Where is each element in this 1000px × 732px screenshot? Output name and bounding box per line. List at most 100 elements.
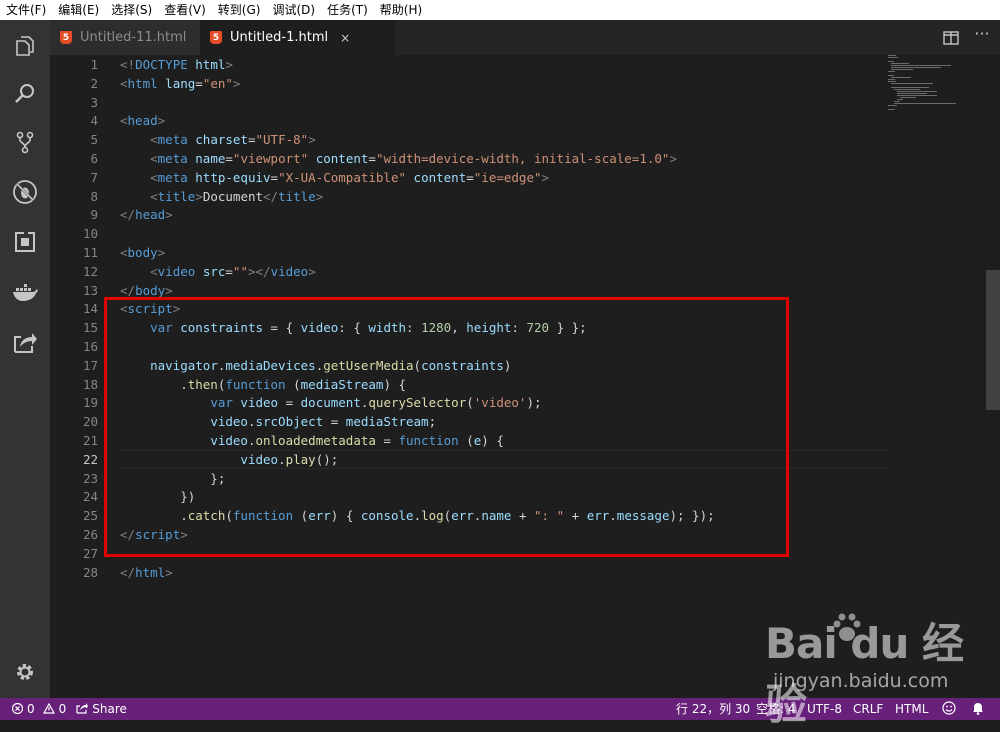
code-token: charset bbox=[195, 132, 248, 148]
minimap-line bbox=[891, 63, 909, 64]
minimap-line bbox=[888, 61, 894, 62]
debug-icon[interactable] bbox=[0, 174, 50, 210]
menu-item[interactable]: 选择(S) bbox=[105, 0, 158, 20]
code-token: head bbox=[135, 207, 166, 223]
tab-untitled-1[interactable]: 5 Untitled-1.html × bbox=[200, 20, 395, 55]
html5-icon: 5 bbox=[210, 31, 222, 44]
code-token: > bbox=[308, 132, 316, 148]
code-line[interactable]: <meta name="viewport" content="width=dev… bbox=[120, 149, 677, 168]
menu-item[interactable]: 帮助(H) bbox=[374, 0, 428, 20]
tab-untitled-11[interactable]: 5 Untitled-11.html bbox=[50, 20, 200, 55]
warning-icon[interactable] bbox=[42, 698, 55, 720]
source-control-icon[interactable] bbox=[0, 124, 50, 160]
code-line[interactable]: <video src=""></video> bbox=[120, 262, 316, 281]
code-token: lang bbox=[165, 75, 196, 91]
code-token: src bbox=[202, 263, 226, 279]
error-count[interactable]: 0 bbox=[27, 698, 35, 720]
share-button[interactable]: Share bbox=[92, 698, 127, 720]
code-token: name bbox=[195, 151, 226, 166]
menu-item[interactable]: 调试(D) bbox=[266, 0, 321, 20]
code-token: = bbox=[195, 75, 203, 91]
code-token: > bbox=[315, 188, 324, 204]
minimap[interactable] bbox=[888, 55, 983, 115]
code-token: <! bbox=[120, 57, 136, 72]
close-icon[interactable]: × bbox=[340, 31, 350, 45]
line-number: 12 bbox=[82, 263, 98, 279]
code-token: = bbox=[368, 151, 376, 166]
code-token: > bbox=[308, 263, 316, 279]
code-token: > bbox=[157, 113, 166, 129]
minimap-line bbox=[888, 57, 898, 58]
tab-label: Untitled-11.html bbox=[80, 30, 187, 45]
code-line[interactable]: <title>Document</title> bbox=[120, 187, 323, 206]
minimap-line bbox=[891, 65, 951, 66]
line-number: 28 bbox=[82, 564, 98, 580]
line-number: 1 bbox=[90, 57, 98, 72]
line-number: 22 bbox=[82, 451, 98, 467]
share-icon[interactable] bbox=[76, 698, 89, 720]
line-number: 27 bbox=[82, 545, 98, 561]
minimap-line bbox=[891, 77, 911, 78]
minimap-line bbox=[897, 91, 937, 92]
menu-item[interactable]: 查看(V) bbox=[158, 0, 212, 20]
menu-item[interactable]: 转到(G) bbox=[212, 0, 267, 20]
minimap-line bbox=[897, 95, 937, 96]
live-share-icon[interactable] bbox=[0, 324, 50, 360]
code-token: html bbox=[195, 57, 226, 72]
code-token: = bbox=[466, 169, 474, 185]
code-token: < bbox=[120, 113, 128, 129]
code-token: < bbox=[120, 245, 128, 260]
minimap-line bbox=[891, 67, 941, 68]
line-number: 23 bbox=[82, 470, 98, 486]
code-token: </ bbox=[263, 188, 279, 204]
line-number: 9 bbox=[90, 207, 98, 223]
code-line[interactable]: </html> bbox=[120, 563, 173, 582]
menu-item[interactable]: 任务(T) bbox=[321, 0, 374, 20]
vertical-scrollbar[interactable] bbox=[986, 270, 1000, 410]
cursor-position[interactable]: 行 22，列 30 bbox=[676, 698, 750, 720]
warning-count[interactable]: 0 bbox=[59, 698, 67, 720]
baidu-watermark: Bai du 经验 jingyan.baidu.com bbox=[765, 610, 985, 729]
menu-item[interactable]: 编辑(E) bbox=[52, 0, 105, 20]
minimap-line bbox=[888, 109, 895, 110]
files-icon[interactable] bbox=[0, 28, 50, 64]
line-number: 21 bbox=[82, 433, 98, 448]
code-line[interactable]: </head> bbox=[120, 205, 173, 224]
code-token: head bbox=[127, 113, 158, 129]
code-line[interactable]: <!DOCTYPE html> bbox=[120, 55, 233, 74]
code-token: meta bbox=[157, 151, 188, 166]
code-token: </ bbox=[120, 564, 136, 580]
tab-bar: 5 Untitled-11.html 5 Untitled-1.html × ·… bbox=[50, 20, 1000, 55]
minimap-line bbox=[888, 81, 896, 82]
extensions-icon[interactable] bbox=[0, 224, 50, 260]
menu-item[interactable]: 文件(F) bbox=[0, 0, 52, 20]
code-line[interactable]: <meta http-equiv="X-UA-Compatible" conte… bbox=[120, 168, 549, 187]
tab-label: Untitled-1.html bbox=[230, 30, 329, 45]
code-line[interactable]: <meta charset="UTF-8"> bbox=[120, 130, 316, 149]
docker-icon[interactable] bbox=[0, 274, 50, 310]
line-number: 6 bbox=[90, 151, 98, 166]
search-icon[interactable] bbox=[0, 76, 50, 112]
code-token: "ie=edge" bbox=[473, 169, 542, 185]
error-icon[interactable] bbox=[11, 698, 24, 720]
code-line[interactable]: <head> bbox=[120, 111, 165, 130]
more-actions-icon[interactable]: ··· bbox=[972, 24, 992, 44]
code-token: > bbox=[232, 75, 241, 91]
code-token: video bbox=[157, 263, 196, 279]
minimap-line bbox=[897, 93, 927, 94]
minimap-line bbox=[888, 105, 897, 106]
code-line[interactable]: <body> bbox=[120, 243, 165, 262]
settings-icon[interactable] bbox=[0, 654, 50, 690]
line-number: 14 bbox=[82, 301, 98, 317]
minimap-line bbox=[888, 75, 894, 76]
split-editor-icon[interactable] bbox=[943, 30, 959, 45]
code-token: </ bbox=[120, 207, 136, 223]
line-number: 3 bbox=[90, 94, 98, 110]
code-token: ></ bbox=[247, 263, 271, 279]
code-line[interactable]: <html lang="en"> bbox=[120, 74, 240, 93]
